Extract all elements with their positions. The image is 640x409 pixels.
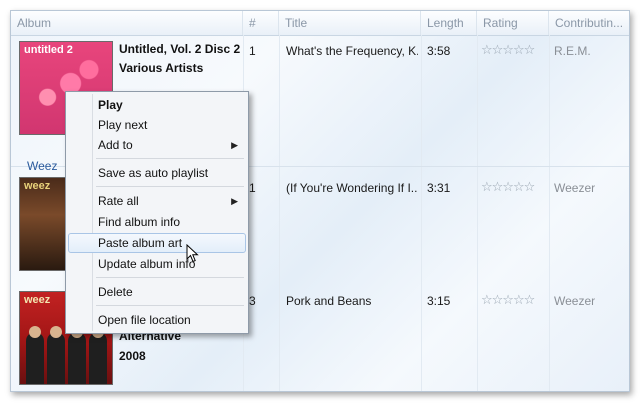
menu-item-play-next[interactable]: Play next	[68, 115, 246, 135]
track-artist: Weezer	[554, 181, 596, 195]
track-length: 3:31	[427, 181, 451, 195]
group-header-label[interactable]: Weez	[27, 159, 57, 173]
column-length[interactable]: Length	[421, 11, 477, 35]
band-member-figure	[68, 332, 86, 384]
track-length: 3:58	[427, 44, 451, 58]
album-art-caption: weez	[24, 294, 51, 306]
album-art-caption: untitled 2	[24, 44, 73, 56]
menu-item-update-album-info[interactable]: Update album info	[68, 254, 246, 274]
album-title: Untitled, Vol. 2 Disc 2	[119, 42, 241, 56]
menu-item-add-to[interactable]: Add to ▶	[68, 135, 246, 155]
menu-item-find-album-info[interactable]: Find album info	[68, 212, 246, 232]
menu-item-rate-all[interactable]: Rate all ▶	[68, 191, 246, 211]
menu-item-save-as-auto-playlist[interactable]: Save as auto playlist	[68, 163, 246, 183]
column-album[interactable]: Album	[11, 11, 243, 35]
menu-separator	[96, 277, 244, 278]
menu-item-open-file-location[interactable]: Open file location	[68, 310, 246, 330]
band-member-figure	[47, 332, 65, 384]
column-divider	[279, 35, 280, 391]
album-art-caption: weez	[24, 180, 51, 192]
track-number: 1	[249, 181, 256, 195]
track-length: 3:15	[427, 294, 451, 308]
context-menu: Play Play next Add to ▶ Save as auto pla…	[65, 91, 249, 334]
album-year: 2008	[119, 349, 146, 363]
track-artist: Weezer	[554, 294, 596, 308]
track-number: 3	[249, 294, 256, 308]
track-artist: R.E.M.	[554, 44, 591, 58]
menu-item-label: Rate all	[98, 194, 139, 208]
column-contributing-artist[interactable]: Contributin...	[549, 11, 629, 35]
menu-item-label: Add to	[98, 138, 133, 152]
rating-stars[interactable]: ☆☆☆☆☆	[481, 292, 535, 308]
mouse-pointer-icon	[186, 244, 199, 263]
column-header: Album # Title Length Rating Contributin.…	[11, 11, 629, 36]
column-divider	[477, 35, 478, 391]
album-artist: Various Artists	[119, 61, 204, 75]
menu-separator	[96, 305, 244, 306]
band-member-figure	[26, 332, 44, 384]
column-divider	[421, 35, 422, 391]
band-member-figure	[89, 332, 107, 384]
submenu-arrow-icon: ▶	[231, 140, 238, 150]
submenu-arrow-icon: ▶	[231, 196, 238, 206]
column-track-number[interactable]: #	[243, 11, 279, 35]
band-member-face	[29, 326, 41, 338]
menu-separator	[96, 186, 244, 187]
menu-item-delete[interactable]: Delete	[68, 282, 246, 302]
column-rating[interactable]: Rating	[477, 11, 549, 35]
track-number: 1	[249, 44, 256, 58]
menu-separator	[96, 158, 244, 159]
track-title[interactable]: Pork and Beans	[286, 294, 418, 308]
band-member-face	[50, 326, 62, 338]
rating-stars[interactable]: ☆☆☆☆☆	[481, 179, 535, 195]
track-title[interactable]: (If You're Wondering If I...	[286, 181, 418, 195]
library-window: Album # Title Length Rating Contributin.…	[10, 10, 630, 392]
rating-stars[interactable]: ☆☆☆☆☆	[481, 42, 535, 58]
track-title[interactable]: What's the Frequency, K...	[286, 44, 418, 58]
column-divider	[549, 35, 550, 391]
menu-item-play[interactable]: Play	[68, 95, 246, 115]
column-title[interactable]: Title	[279, 11, 421, 35]
menu-item-paste-album-art[interactable]: Paste album art	[68, 233, 246, 253]
